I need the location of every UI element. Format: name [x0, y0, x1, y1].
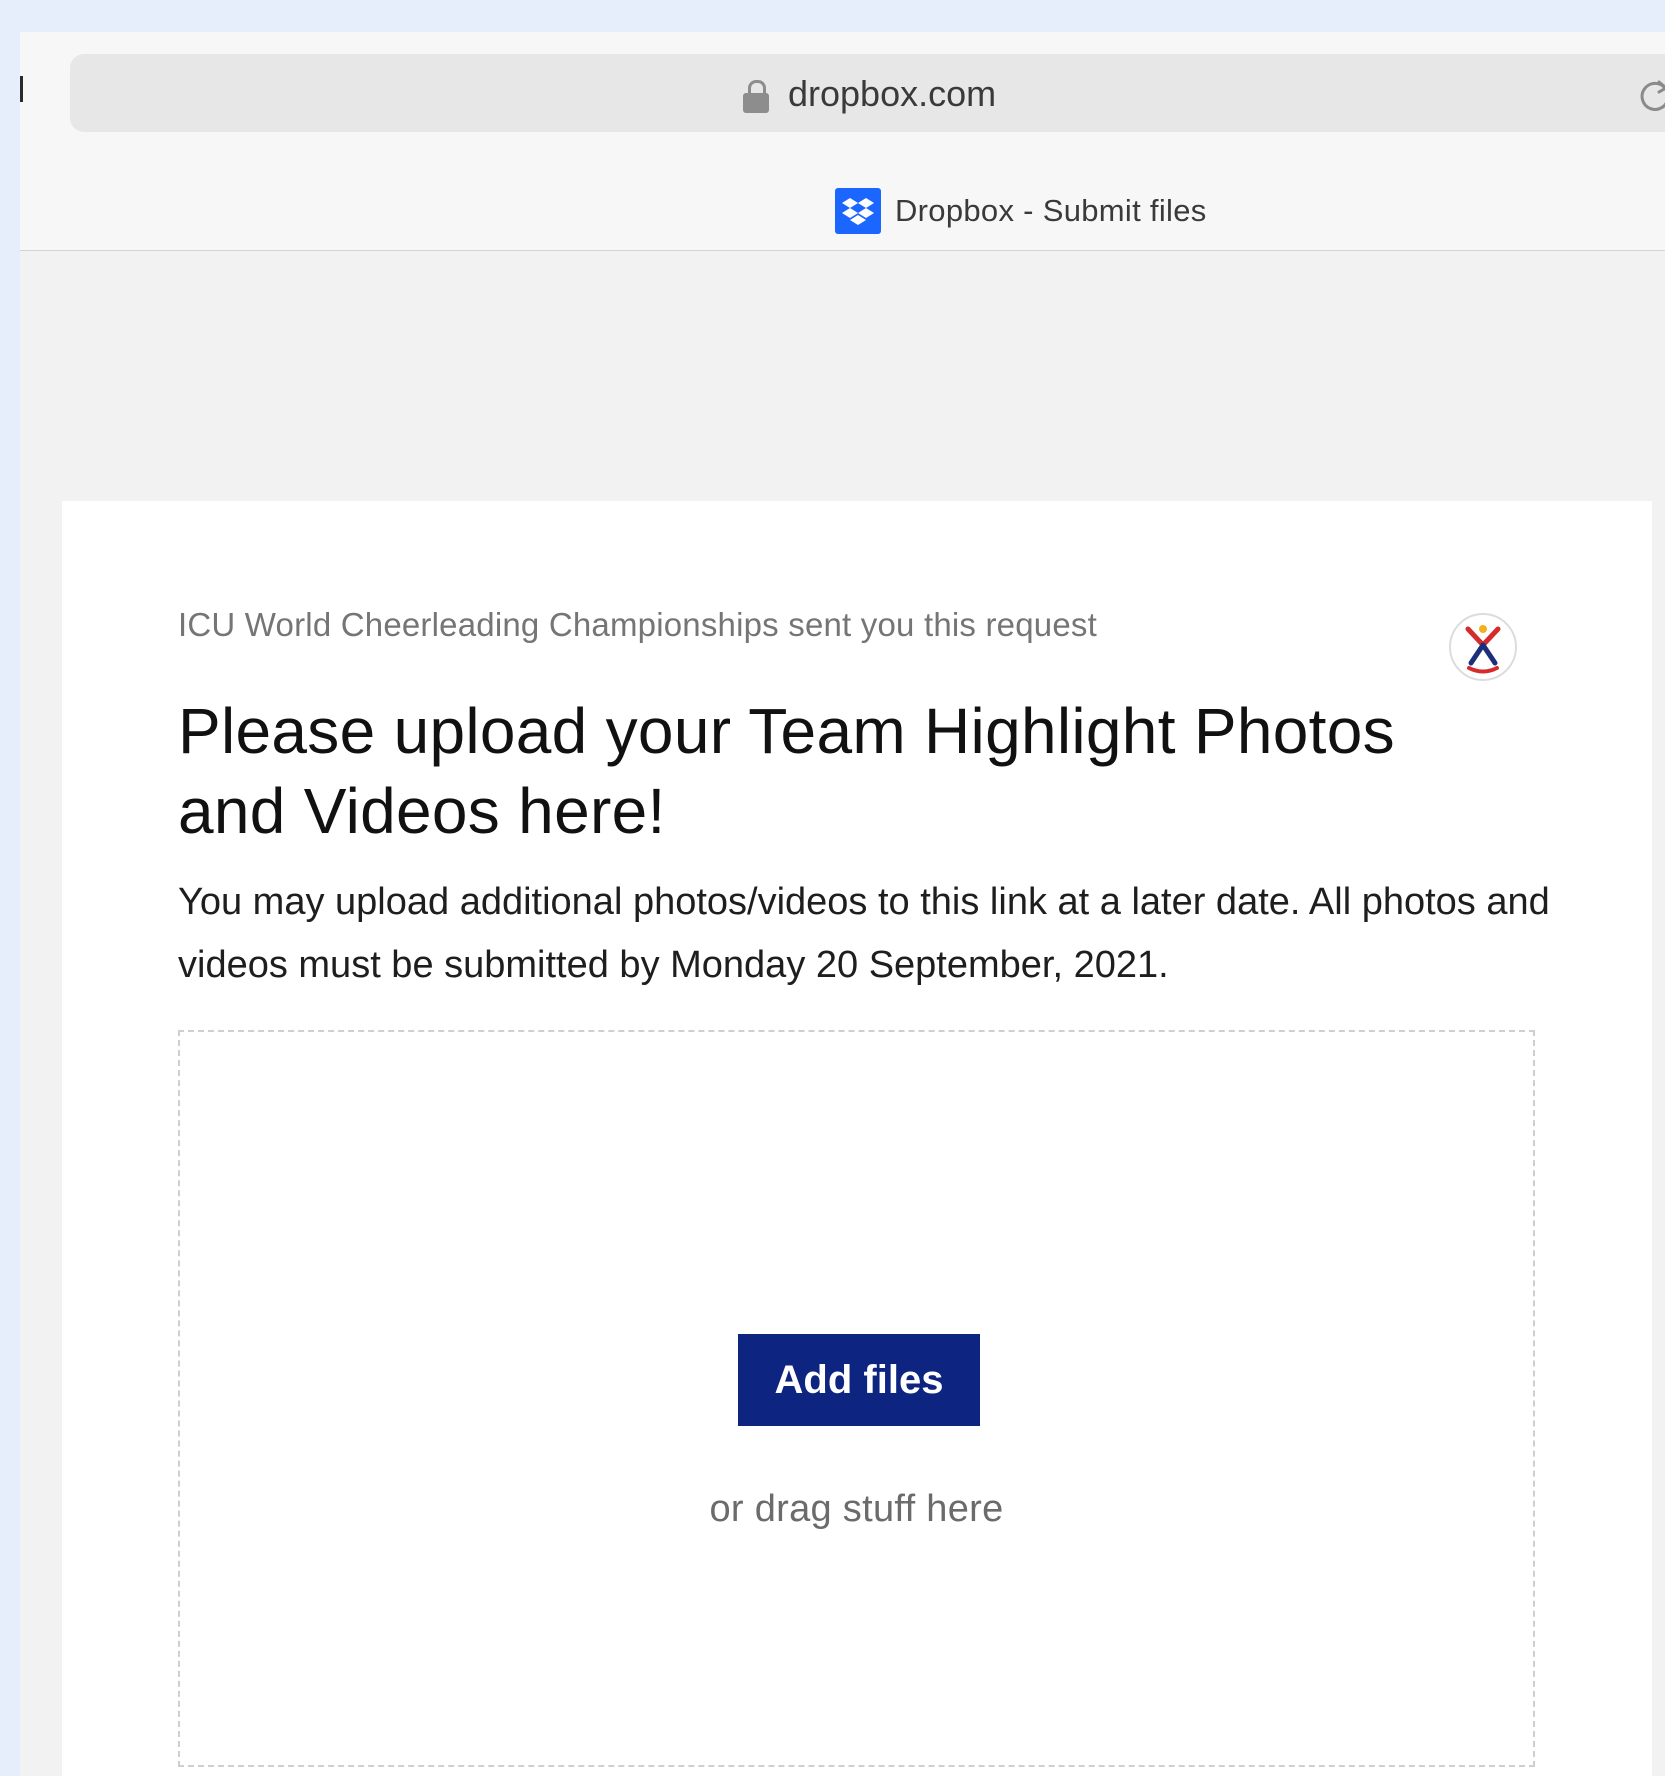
- request-sender-line: ICU World Cheerleading Championships sen…: [178, 606, 1097, 643]
- lock-icon: [743, 80, 769, 114]
- active-tab[interactable]: Dropbox - Submit files: [835, 188, 1207, 234]
- add-files-button[interactable]: Add files: [738, 1334, 980, 1426]
- sidebar-toggle-edge[interactable]: [20, 76, 23, 102]
- browser-window: dropbox.com Dropbox - Submit files ICU W…: [20, 32, 1665, 1776]
- reload-icon[interactable]: [1635, 76, 1665, 116]
- dropbox-logo-icon: [835, 188, 881, 234]
- url-text[interactable]: dropbox.com: [788, 72, 996, 116]
- request-description: You may upload additional photos/videos …: [178, 881, 1550, 986]
- page-content: ICU World Cheerleading Championships sen…: [20, 251, 1665, 1776]
- file-drop-zone[interactable]: Add files or drag stuff here: [178, 1030, 1535, 1767]
- tab-title: Dropbox - Submit files: [895, 193, 1207, 228]
- browser-toolbar: dropbox.com Dropbox - Submit files: [20, 32, 1665, 251]
- file-request-card: ICU World Cheerleading Championships sen…: [62, 501, 1652, 1776]
- icu-logo-icon: [1449, 613, 1517, 681]
- request-title: Please upload your Team Highlight Photos…: [178, 695, 1395, 847]
- drag-hint-text: or drag stuff here: [709, 1488, 1004, 1530]
